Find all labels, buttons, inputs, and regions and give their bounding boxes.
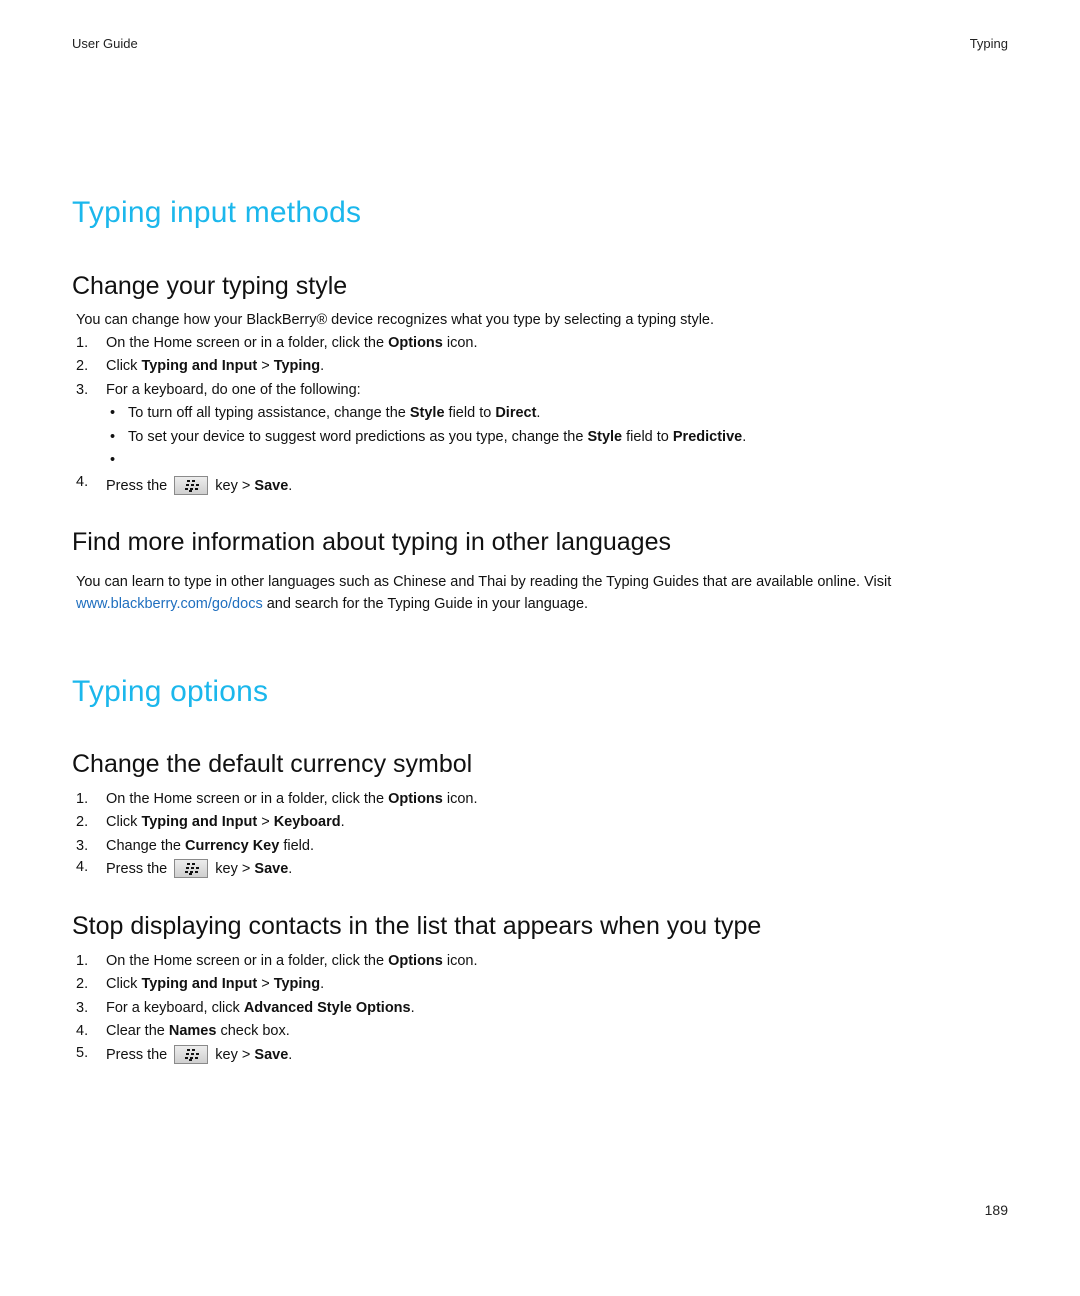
blackberry-menu-key-icon [174,476,209,496]
bullet-icon: • [110,451,116,468]
blackberry-menu-key-icon [174,1044,209,1064]
section-title-typing-input-methods: Typing input methods [72,196,362,229]
list-item: 3. Change the Currency Key field. [76,837,314,854]
list-item: 3. For a keyboard, do one of the followi… [76,379,750,473]
list-item: 4. Press the key > Save. [76,474,293,496]
subsection-title-stop-displaying-contacts: Stop displaying contacts in the list tha… [72,912,762,940]
subsection-title-currency-symbol: Change the default currency symbol [72,750,473,778]
other-languages-paragraph: You can learn to type in other languages… [76,574,892,612]
list-item: 2. Click Typing and Input > Typing. [76,358,325,375]
list-item: 2. Click Typing and Input > Typing. [76,976,325,993]
intro-paragraph: You can change how your BlackBerry® devi… [76,312,715,328]
running-header-left: User Guide [72,36,138,51]
blackberry-menu-key-icon [174,859,209,879]
page-number: 189 [984,1202,1008,1218]
subsection-title-change-typing-style: Change your typing style [72,272,348,300]
contacts-steps: 1. On the Home screen or in a folder, cl… [76,950,478,1067]
bullet-icon: • [110,428,116,445]
bullet-item-empty: • [102,449,746,472]
list-item: 2. Click Typing and Input > Keyboard. [76,814,345,831]
bullet-item: • To turn off all typing assistance, cha… [102,402,746,425]
list-item: 5. Press the key > Save. [76,1044,293,1064]
list-item: 4. Clear the Names check box. [76,1023,290,1040]
list-item: 3. For a keyboard, click Advanced Style … [76,999,415,1016]
bullet-list: • To turn off all typing assistance, cha… [102,402,746,472]
list-item: 1. On the Home screen or in a folder, cl… [76,953,478,969]
list-item: 4. Press the key > Save. [76,859,293,879]
subsection-title-other-languages: Find more information about typing in ot… [72,528,671,556]
typing-style-steps: 1. On the Home screen or in a folder, cl… [76,332,750,499]
section-title-typing-options: Typing options [72,675,269,708]
currency-steps: 1. On the Home screen or in a folder, cl… [76,788,478,882]
docs-link[interactable]: www.blackberry.com/go/docs [76,596,263,612]
bullet-item: • To set your device to suggest word pre… [102,426,746,449]
list-item: 1. On the Home screen or in a folder, cl… [76,335,478,351]
running-header-right: Typing [969,36,1008,51]
list-item: 1. On the Home screen or in a folder, cl… [76,791,478,807]
bullet-icon: • [110,405,116,422]
